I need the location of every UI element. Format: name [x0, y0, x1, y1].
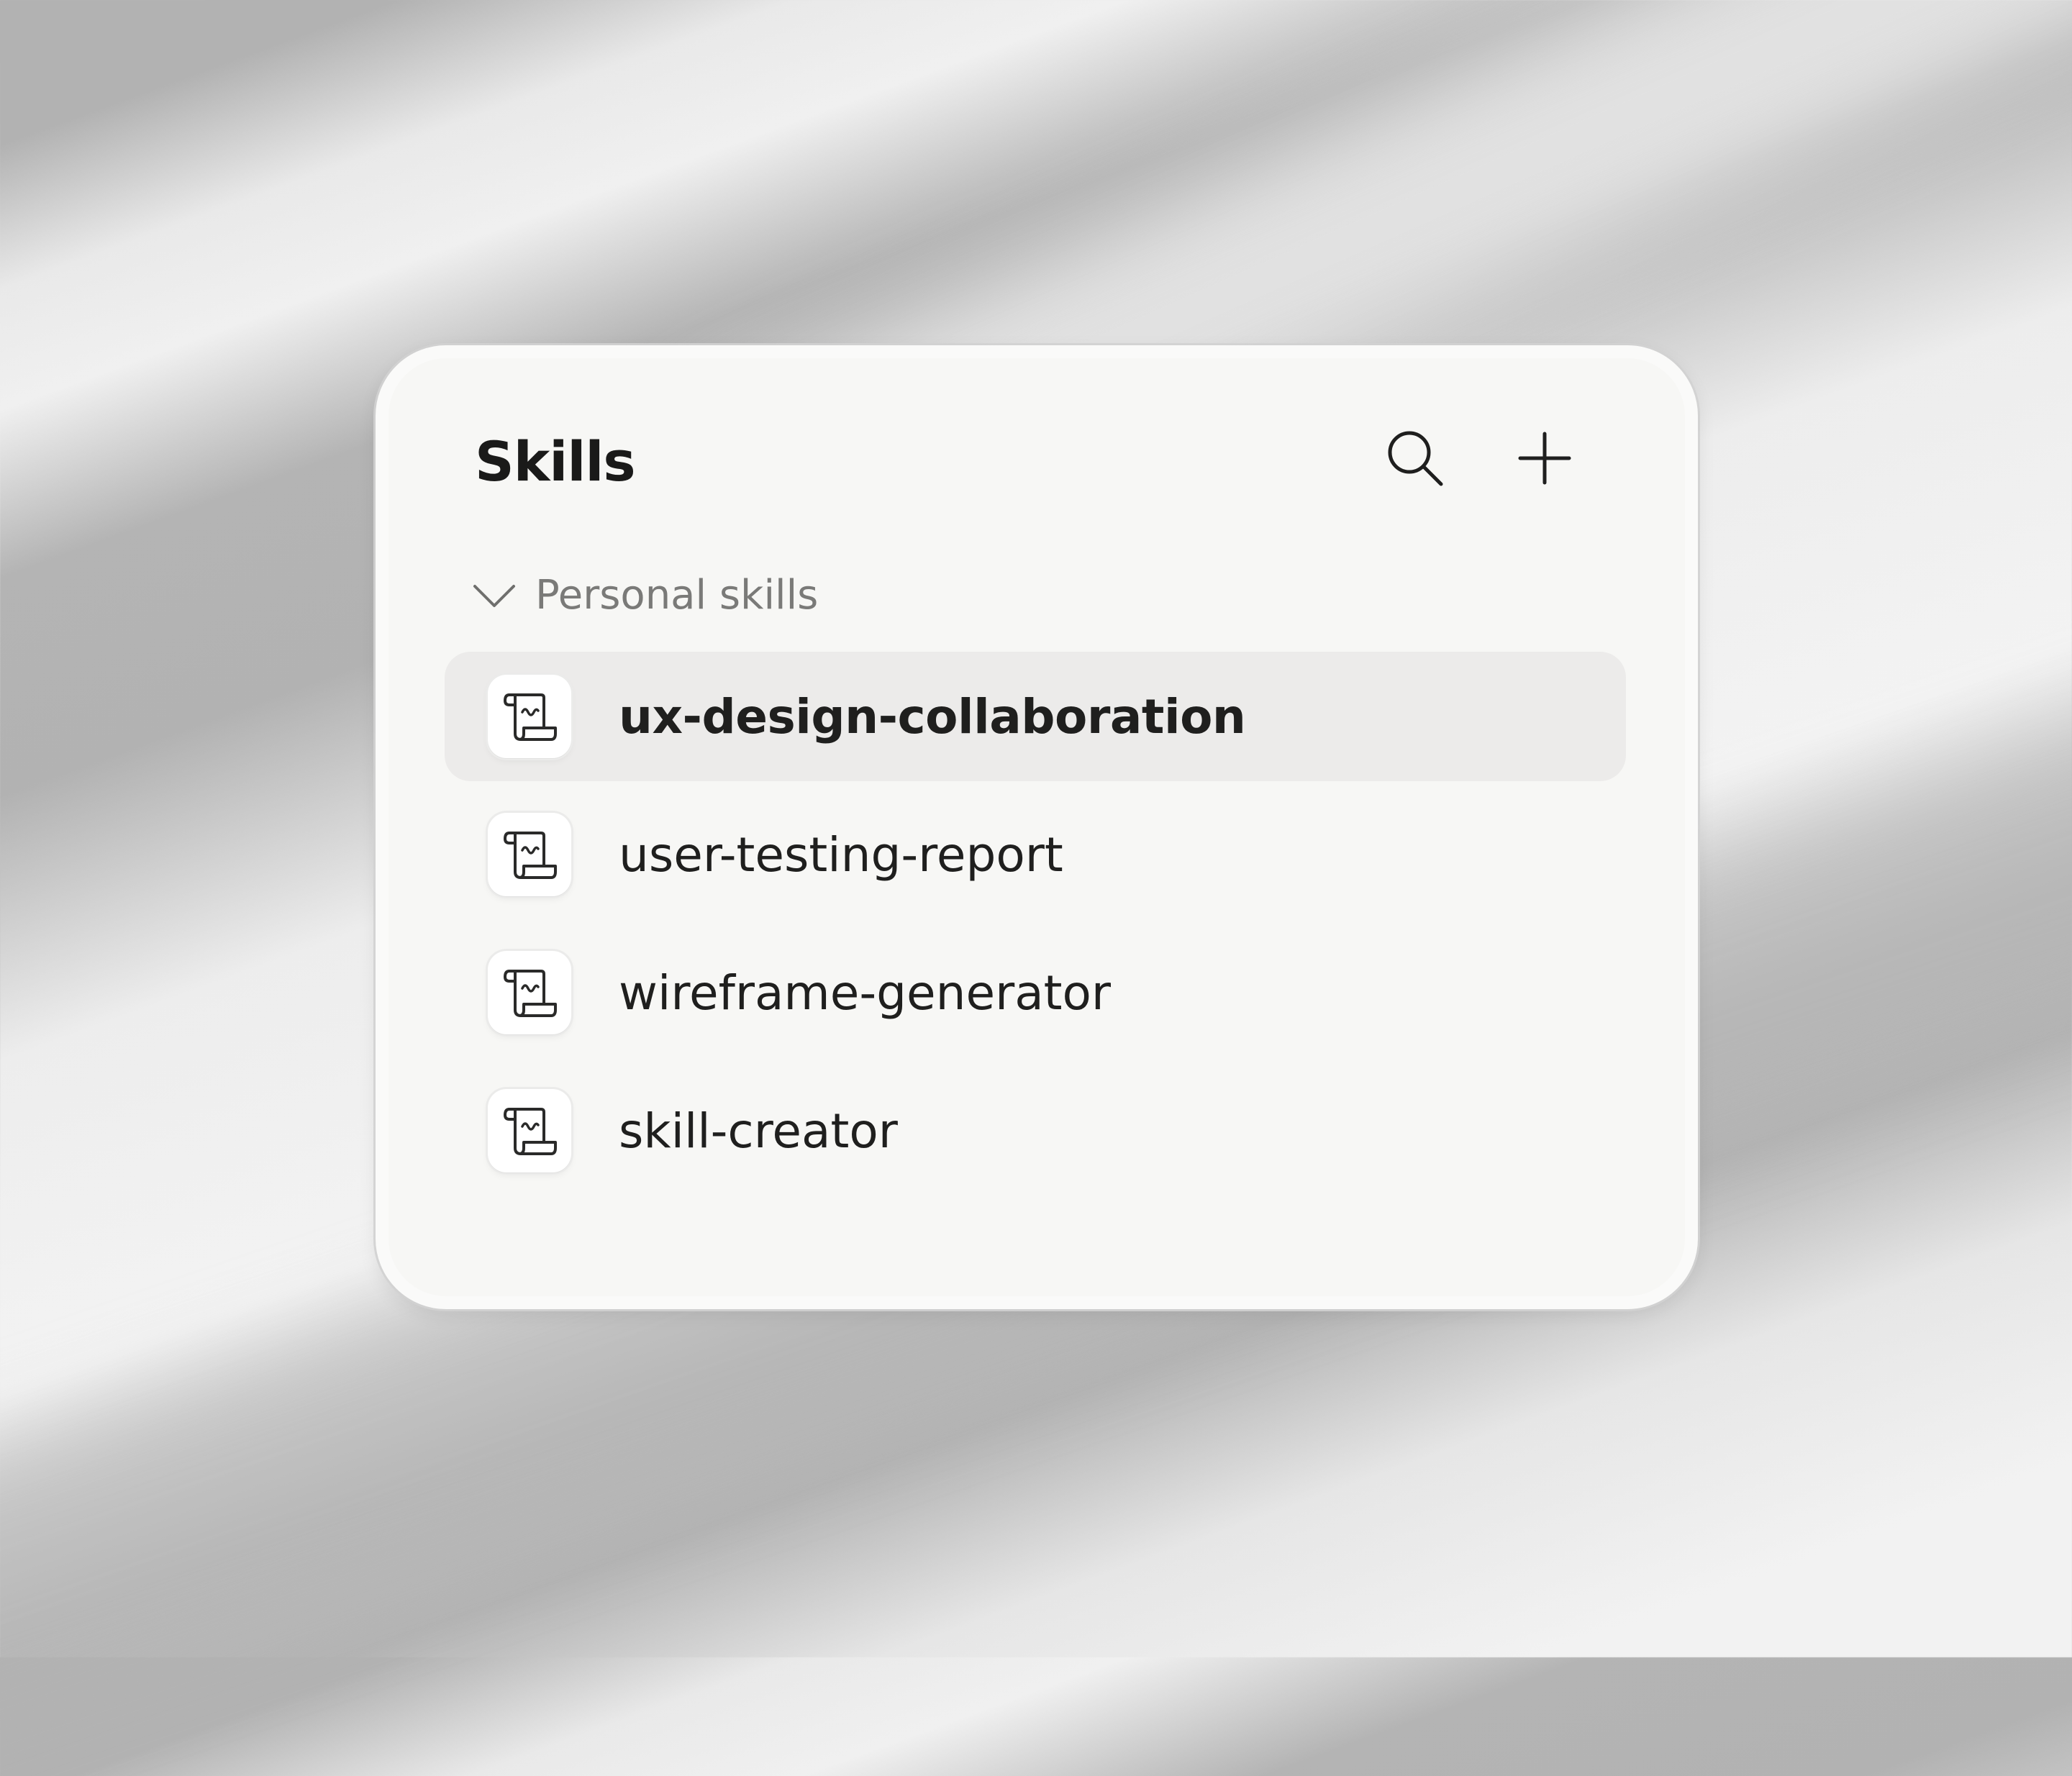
add-skill-button[interactable]: [1505, 419, 1584, 498]
panel-title: Skills: [475, 429, 636, 493]
skills-panel: Skills Personal skills ux-design-collabo…: [376, 345, 1698, 1309]
skills-list: ux-design-collaboration user-testing-rep…: [445, 652, 1626, 1204]
search-button[interactable]: [1376, 419, 1455, 498]
panel-header: Skills: [388, 358, 1685, 502]
skill-item-label: wireframe-generator: [619, 965, 1112, 1021]
search-icon: [1388, 431, 1443, 486]
skill-item-user-testing-report[interactable]: user-testing-report: [445, 790, 1626, 919]
chevron-down-icon: [472, 573, 517, 618]
scroll-icon: [488, 1089, 571, 1172]
scroll-icon: [488, 813, 571, 896]
skill-item-ux-design-collaboration[interactable]: ux-design-collaboration: [445, 652, 1626, 781]
personal-skills-toggle[interactable]: Personal skills: [472, 567, 818, 624]
skill-item-label: user-testing-report: [619, 826, 1063, 883]
skill-item-label: ux-design-collaboration: [619, 688, 1246, 744]
skill-item-label: skill-creator: [619, 1103, 898, 1159]
plus-icon: [1518, 432, 1571, 485]
section-label: Personal skills: [535, 572, 819, 619]
skill-item-wireframe-generator[interactable]: wireframe-generator: [445, 928, 1626, 1057]
skill-item-skill-creator[interactable]: skill-creator: [445, 1066, 1626, 1196]
scroll-icon: [488, 675, 571, 758]
scroll-icon: [488, 951, 571, 1034]
